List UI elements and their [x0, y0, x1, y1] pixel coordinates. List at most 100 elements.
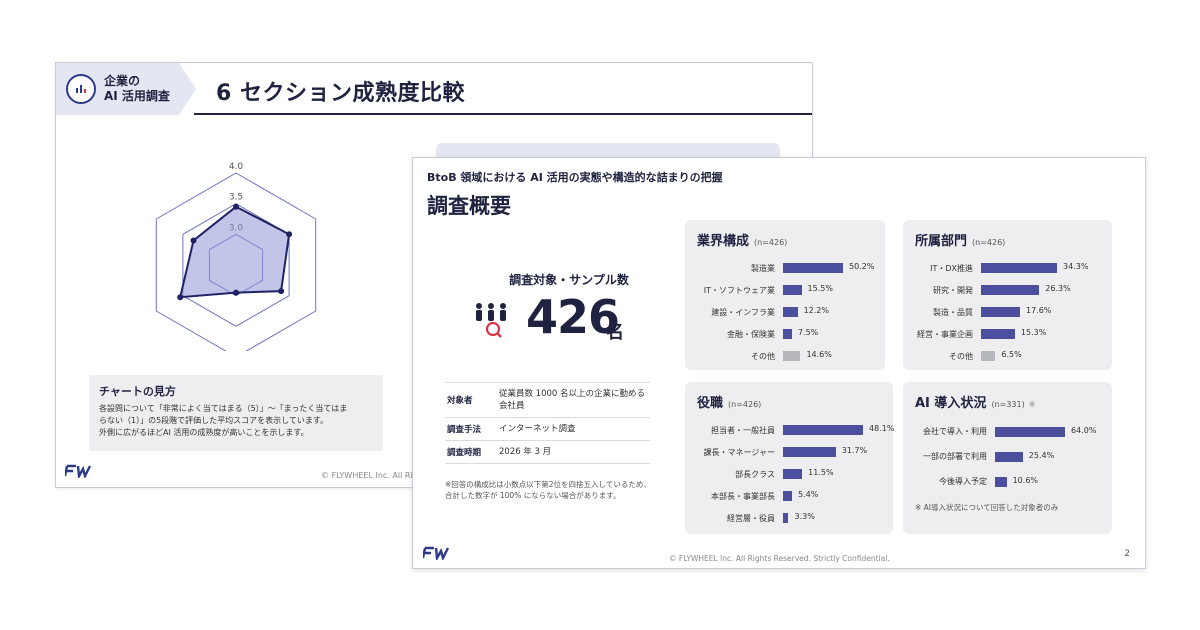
bar-label: 課長・マネージャー	[703, 447, 775, 457]
ai-status-card: AI 導入状況 (n=331) ※ 会社で導入・利用 64.0% 一部の部署で利用 2…	[903, 382, 1112, 534]
front-copyright: © FLYWHEEL Inc. All Rights Reserved. Str…	[669, 554, 890, 563]
table-row: 対象者 従業員数 1000 名以上の企業に勤める会社員	[445, 383, 650, 418]
bar-row: その他 14.6%	[697, 345, 873, 367]
bar-value-label: 31.7%	[841, 446, 868, 455]
bar-value-label: 14.6%	[806, 350, 832, 359]
bar-row: 課長・マネージャー 31.7%	[697, 441, 881, 463]
chart-guide-title: チャートの見方	[99, 385, 176, 398]
survey-badge: 企業の AI 活用調査	[56, 63, 196, 115]
bar-value-label: 34.3%	[1063, 262, 1089, 271]
front-slide-subtitle: BtoB 領域における AI 活用の実態や構造的な詰まりの把握	[427, 171, 723, 184]
industry-card: 業界構成 (n=426) 製造業 50.2% IT・ソフトウェア業 15.5% 建設・イ…	[685, 220, 885, 370]
radar-point	[190, 237, 197, 244]
bar-row: 担当者・一般社員 48.1%	[697, 419, 894, 441]
bar-value-label: 15.3%	[1020, 328, 1047, 337]
magnifier-chart-icon	[66, 74, 96, 104]
bar-row: 会社で導入・利用 64.0%	[915, 419, 1100, 444]
badge-line1: 企業の	[104, 74, 141, 88]
bar-row: 金融・保険業 7.5%	[697, 323, 873, 345]
card-sample-size: (n=331)	[991, 400, 1025, 409]
bar-label: 担当者・一般社員	[711, 425, 775, 435]
bar	[995, 451, 1023, 462]
front-slide: BtoB 領域における AI 活用の実態や構造的な詰まりの把握 調査概要 調査対…	[412, 157, 1146, 569]
radar-point	[233, 289, 239, 296]
info-value: 従業員数 1000 名以上の企業に勤める会社員	[499, 389, 646, 411]
chart-guide: チャートの見方 各設問について「非常によく当てはまる（5）」〜「まったく当てはま…	[89, 375, 383, 451]
chart-guide-text: 各設問について「非常によく当てはまる（5）」〜「まったく当てはま らない（1）」…	[99, 403, 373, 439]
bar	[783, 513, 789, 523]
bar-value-label: 25.4%	[1028, 450, 1055, 460]
bar	[783, 469, 803, 479]
table-row: 調査時期 2026 年 3 月	[445, 441, 650, 464]
bar-value-label: 7.5%	[797, 328, 819, 337]
survey-info-table: 対象者 従業員数 1000 名以上の企業に勤める会社員 調査手法 インターネット…	[445, 382, 650, 464]
bar	[981, 285, 1040, 295]
bar-value-label: 17.6%	[1025, 306, 1052, 315]
bar	[783, 351, 801, 361]
bar-label: 本部長・事業部長	[711, 491, 775, 501]
bar	[783, 263, 843, 273]
title-divider	[194, 113, 812, 115]
card-title: AI 導入状況	[915, 396, 987, 411]
card-title: 所属部門	[915, 234, 968, 249]
sample-label: 調査対象・サンプル数	[509, 273, 629, 287]
bar-label: その他	[751, 351, 775, 361]
bar-row: 研究・開発 26.3%	[915, 279, 1100, 301]
bar-value-label: 5.4%	[797, 490, 819, 499]
bar-value-label: 26.3%	[1045, 284, 1071, 293]
radar-chart: 4.03.53.0	[155, 162, 317, 351]
bar-row: 製造業 50.2%	[697, 257, 874, 279]
bar-value-label: 64.0%	[1071, 425, 1097, 435]
back-slide-title: 6 セクション成熟度比較	[216, 81, 465, 106]
radar-point	[278, 288, 285, 295]
bar	[995, 426, 1065, 437]
card-title: 役職	[697, 396, 724, 411]
card-title: 業界構成	[697, 234, 750, 249]
bar-label: 経営・事業企画	[917, 329, 973, 339]
bar	[981, 307, 1020, 317]
bar	[981, 329, 1015, 339]
bar-row: IT・ソフトウェア業 15.5%	[697, 279, 873, 301]
card-sample-size: (n=426)	[754, 238, 788, 247]
bar-label: 一部の部署で利用	[923, 452, 987, 461]
bar-label: 金融・保険業	[727, 329, 775, 339]
bar	[995, 476, 1007, 487]
bar-label: 部長クラス	[735, 469, 775, 479]
info-key: 調査手法	[447, 425, 482, 435]
chart-guide-line: らない（1）」の5段階で評価した平均スコアを表示しています。	[99, 416, 329, 425]
bar-value-label: 10.6%	[1012, 475, 1039, 485]
bar-label: 製造・品質	[933, 307, 973, 317]
table-row: 調査手法 インターネット調査	[445, 418, 650, 441]
bar-label: 研究・開発	[933, 285, 973, 295]
flywheel-logo	[63, 463, 92, 482]
bar-value-label: 48.1%	[869, 424, 895, 433]
bar-label: 会社で導入・利用	[923, 427, 987, 436]
page-number: 2	[1124, 549, 1130, 559]
position-card: 役職 (n=426) 担当者・一般社員 48.1% 課長・マネージャー 31.7% 部長…	[685, 382, 894, 534]
radar-series-area	[178, 205, 291, 299]
department-card: 所属部門 (n=426) IT・DX推進 34.3% 研究・開発 26.3% 製造・品質…	[903, 220, 1112, 370]
radar-point	[233, 203, 239, 210]
chart-guide-line: 外側に広がるほどAI 活用の成熟度が高いことを示します。	[99, 428, 309, 437]
bar-row: 本部長・事業部長 5.4%	[697, 485, 881, 507]
bar-row: 一部の部署で利用 25.4%	[915, 444, 1100, 469]
bar-value-label: 11.5%	[808, 468, 834, 477]
bar	[783, 285, 802, 295]
bar-label: 今後導入予定	[939, 477, 987, 486]
bar-row: 製造・品質 17.6%	[915, 301, 1100, 323]
front-slide-title: 調査概要	[427, 194, 511, 218]
flywheel-logo	[421, 545, 450, 564]
people-search-icon	[473, 301, 511, 343]
bar	[783, 491, 792, 501]
card-sample-size: (n=426)	[728, 400, 762, 409]
bar-label: 建設・インフラ業	[711, 307, 775, 317]
info-value: インターネット調査	[499, 424, 576, 434]
info-value: 2026 年 3 月	[499, 447, 552, 457]
radar-point	[286, 231, 293, 238]
bar-label: その他	[949, 351, 973, 361]
bar-value-label: 3.3%	[794, 512, 815, 521]
badge-line2: AI 活用調査	[104, 89, 170, 103]
bar	[783, 447, 836, 457]
bar-value-label: 6.5%	[1001, 350, 1022, 359]
bar	[783, 425, 863, 435]
